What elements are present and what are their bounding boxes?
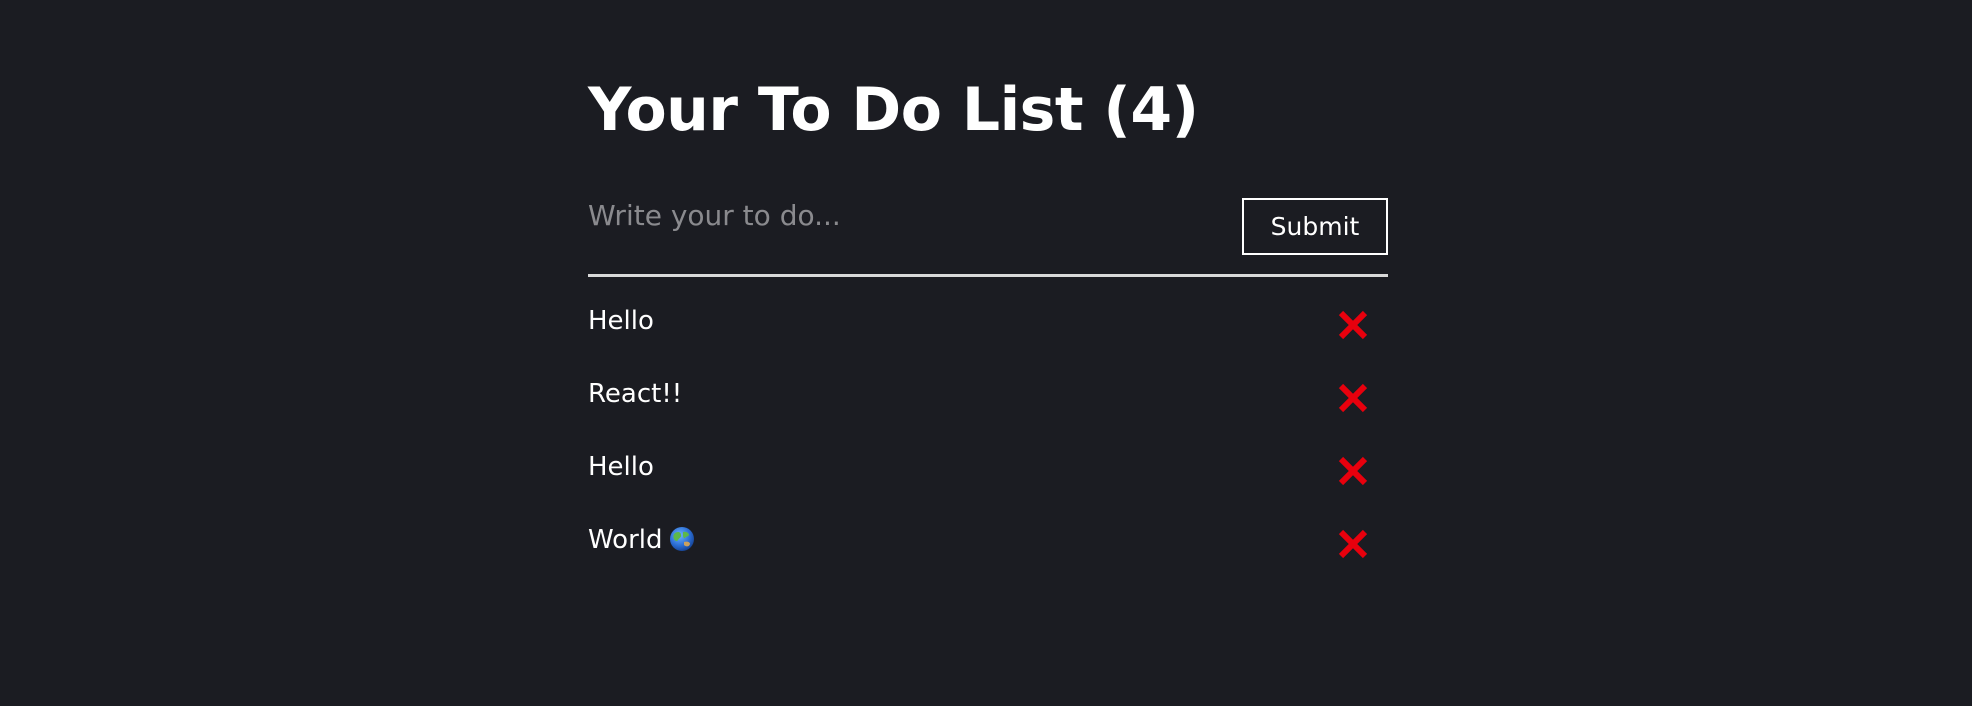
delete-button[interactable] [1336, 454, 1370, 488]
close-icon [1338, 456, 1368, 486]
list-item: React!! [588, 363, 1388, 436]
page-title: Your To Do List (4) [588, 75, 1199, 145]
todo-text: React!! [588, 379, 683, 409]
list-item: World [588, 509, 1388, 582]
todo-text: World [588, 525, 663, 555]
todo-text: Hello [588, 452, 654, 482]
list-item: Hello [588, 290, 1388, 363]
delete-button[interactable] [1336, 308, 1370, 342]
delete-button[interactable] [1336, 527, 1370, 561]
close-icon [1338, 310, 1368, 340]
todo-list: Hello React!! Hello World [588, 290, 1388, 582]
todo-text: Hello [588, 306, 654, 336]
close-icon [1338, 529, 1368, 559]
todo-text-wrapper: World [588, 523, 695, 557]
list-item: Hello [588, 436, 1388, 509]
todo-form: Submit [588, 192, 1388, 277]
globe-icon [669, 527, 694, 551]
todo-input[interactable] [588, 192, 1188, 238]
delete-button[interactable] [1336, 381, 1370, 415]
close-icon [1338, 383, 1368, 413]
submit-button[interactable]: Submit [1242, 198, 1388, 255]
